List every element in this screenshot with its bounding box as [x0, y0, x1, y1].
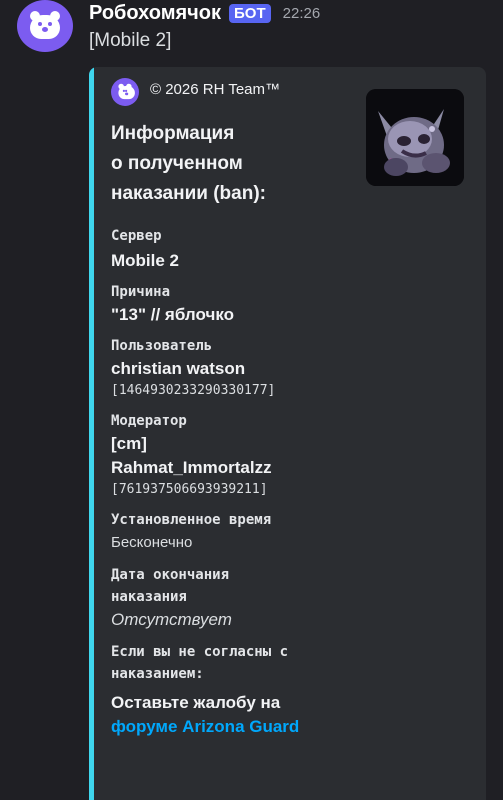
field-duration: Установленное время Бесконечно	[111, 509, 471, 555]
field-value: Отсутствует	[111, 610, 232, 629]
creature-thumbnail-icon	[366, 89, 464, 186]
field-name: Модератор	[111, 413, 187, 429]
field-value: "13" // яблочко	[111, 305, 234, 324]
field-name: Дата окончания	[111, 567, 230, 583]
field-value: Бесконечно	[111, 534, 193, 551]
field-value: Оставьте жалобу на	[111, 693, 281, 712]
embed-thumbnail[interactable]	[366, 89, 464, 186]
field-appeal: Если вы не согласны с наказанием: Оставь…	[111, 641, 471, 739]
author-name[interactable]: Робохомячок	[89, 2, 221, 25]
embed-fields: Сервер Mobile 2 Причина "13" // яблочко …	[111, 225, 471, 739]
bot-avatar-icon[interactable]	[17, 0, 73, 52]
chat-message: Робохомячок БОТ 22:26 [Mobile 2] © 2026 …	[0, 0, 503, 800]
field-reason: Причина "13" // яблочко	[111, 281, 471, 327]
user-id: [1464930233290330177]	[111, 383, 276, 398]
field-name: Установленное время	[111, 512, 272, 528]
hamster-icon	[28, 11, 62, 41]
field-name: Если вы не согласны с	[111, 644, 289, 660]
embed-title: Информация о полученном наказании (ban):	[111, 123, 266, 204]
embed-card: © 2026 RH Team™ Информация о полученном …	[89, 67, 486, 800]
field-value: [cm]	[111, 434, 147, 453]
field-name: Сервер	[111, 228, 162, 244]
field-server: Сервер Mobile 2	[111, 225, 471, 273]
field-name: Пользователь	[111, 338, 213, 354]
field-value: christian watson	[111, 359, 246, 378]
moderator-id: [761937506693939211]	[111, 482, 268, 497]
forum-link[interactable]: форуме Arizona Guard	[111, 715, 471, 739]
field-name: Причина	[111, 284, 171, 300]
bot-badge: БОТ	[229, 3, 271, 23]
field-name: наказания	[111, 589, 187, 605]
message-header: Робохомячок БОТ 22:26	[89, 2, 320, 24]
field-end-date: Дата окончания наказания Отсутствует	[111, 564, 471, 632]
embed-author-text: © 2026 RH Team™	[150, 81, 280, 98]
field-value: Rahmat_Immortalzz	[111, 458, 272, 477]
message-content: [Mobile 2]	[89, 30, 172, 51]
field-user: Пользователь christian watson [146493023…	[111, 335, 471, 401]
embed-accent-bar	[89, 67, 94, 800]
message-timestamp: 22:26	[282, 4, 321, 22]
field-moderator: Модератор [cm] Rahmat_Immortalzz [761937…	[111, 410, 471, 500]
field-value: Mobile 2	[111, 251, 180, 270]
footer-hamster-icon	[111, 78, 139, 106]
field-name: наказанием:	[111, 666, 204, 682]
